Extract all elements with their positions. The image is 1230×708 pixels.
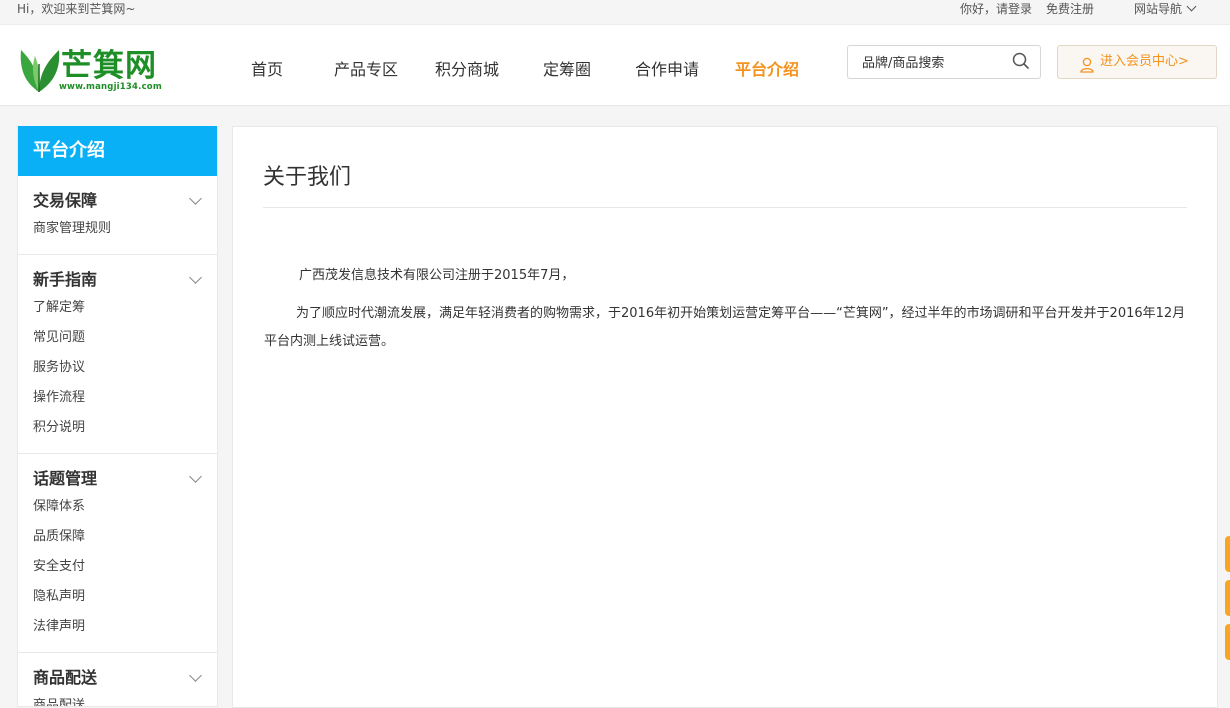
sidebar-item[interactable]: 商家管理规则	[18, 214, 217, 244]
sidebar-item[interactable]: 法律声明	[18, 612, 217, 642]
user-icon	[1080, 54, 1094, 86]
nav-platform-intro[interactable]: 平台介绍	[735, 56, 799, 80]
login-link[interactable]: 你好，请登录	[960, 0, 1032, 18]
sidebar-item[interactable]: 保障体系	[18, 492, 217, 522]
sidebar: 平台介绍 交易保障 商家管理规则 新手指南 了解定筹 常见问题 服务协议 操作流…	[17, 126, 218, 707]
sidebar-item[interactable]: 常见问题	[18, 323, 217, 353]
sidebar-item[interactable]: 隐私声明	[18, 582, 217, 612]
sidebar-group-beginner-guide: 新手指南 了解定筹 常见问题 服务协议 操作流程 积分说明	[18, 255, 217, 454]
floating-tab[interactable]	[1225, 580, 1230, 616]
sidebar-item[interactable]: 安全支付	[18, 552, 217, 582]
search-box	[847, 45, 1041, 79]
nav-home[interactable]: 首页	[251, 56, 283, 80]
page-title: 关于我们	[263, 165, 352, 190]
nav-points-mall[interactable]: 积分商城	[435, 56, 499, 80]
about-paragraph-1: 广西茂发信息技术有限公司注册于2015年7月，	[299, 268, 575, 283]
sidebar-title: 平台介绍	[18, 126, 217, 176]
member-center-label: 进入会员中心>	[1100, 54, 1189, 69]
sidebar-group-title[interactable]: 话题管理	[18, 466, 217, 492]
sidebar-item[interactable]: 积分说明	[18, 413, 217, 443]
nav-cooperation[interactable]: 合作申请	[635, 56, 699, 80]
sidebar-group-delivery: 商品配送 商品配送	[18, 653, 217, 706]
site-nav-label: 网站导航	[1134, 2, 1183, 16]
divider	[263, 207, 1187, 208]
logo-url: www.mangji134.com	[59, 82, 162, 92]
search-input[interactable]	[860, 52, 1004, 74]
floating-tab[interactable]	[1225, 536, 1230, 572]
sidebar-group-title[interactable]: 商品配送	[18, 665, 217, 691]
register-link[interactable]: 免费注册	[1046, 0, 1094, 18]
sidebar-item[interactable]: 操作流程	[18, 383, 217, 413]
header: 芒箕网 www.mangji134.com 首页 产品专区 积分商城 定筹圈 合…	[0, 25, 1230, 106]
leaf-logo-icon	[20, 50, 60, 92]
content-panel: 关于我们 广西茂发信息技术有限公司注册于2015年7月， 为了顺应时代潮流发展，…	[232, 126, 1218, 708]
nav-products[interactable]: 产品专区	[334, 56, 398, 80]
chevron-down-icon	[1186, 1, 1197, 12]
sidebar-group-title[interactable]: 交易保障	[18, 188, 217, 214]
nav-dingchou-circle[interactable]: 定筹圈	[543, 56, 591, 80]
welcome-text: Hi，欢迎来到芒箕网~	[17, 2, 136, 16]
top-bar: Hi，欢迎来到芒箕网~ 你好，请登录 免费注册 网站导航	[0, 0, 1230, 25]
floating-tab[interactable]	[1225, 624, 1230, 660]
member-center-button[interactable]: 进入会员中心>	[1057, 45, 1217, 79]
sidebar-group-topic-management: 话题管理 保障体系 品质保障 安全支付 隐私声明 法律声明	[18, 454, 217, 653]
sidebar-group-trade-guarantee: 交易保障 商家管理规则	[18, 176, 217, 255]
search-icon[interactable]	[1012, 52, 1030, 74]
sidebar-item[interactable]: 品质保障	[18, 522, 217, 552]
site-nav-dropdown[interactable]: 网站导航	[1134, 0, 1197, 18]
sidebar-group-title[interactable]: 新手指南	[18, 267, 217, 293]
about-paragraph-2: 为了顺应时代潮流发展，满足年轻消费者的购物需求，于2016年初开始策划运营定筹平…	[264, 306, 1186, 349]
sidebar-item[interactable]: 商品配送	[18, 691, 217, 706]
sidebar-item[interactable]: 了解定筹	[18, 293, 217, 323]
sidebar-item[interactable]: 服务协议	[18, 353, 217, 383]
logo-text: 芒箕网	[61, 48, 157, 84]
logo[interactable]: 芒箕网 www.mangji134.com	[17, 42, 167, 98]
